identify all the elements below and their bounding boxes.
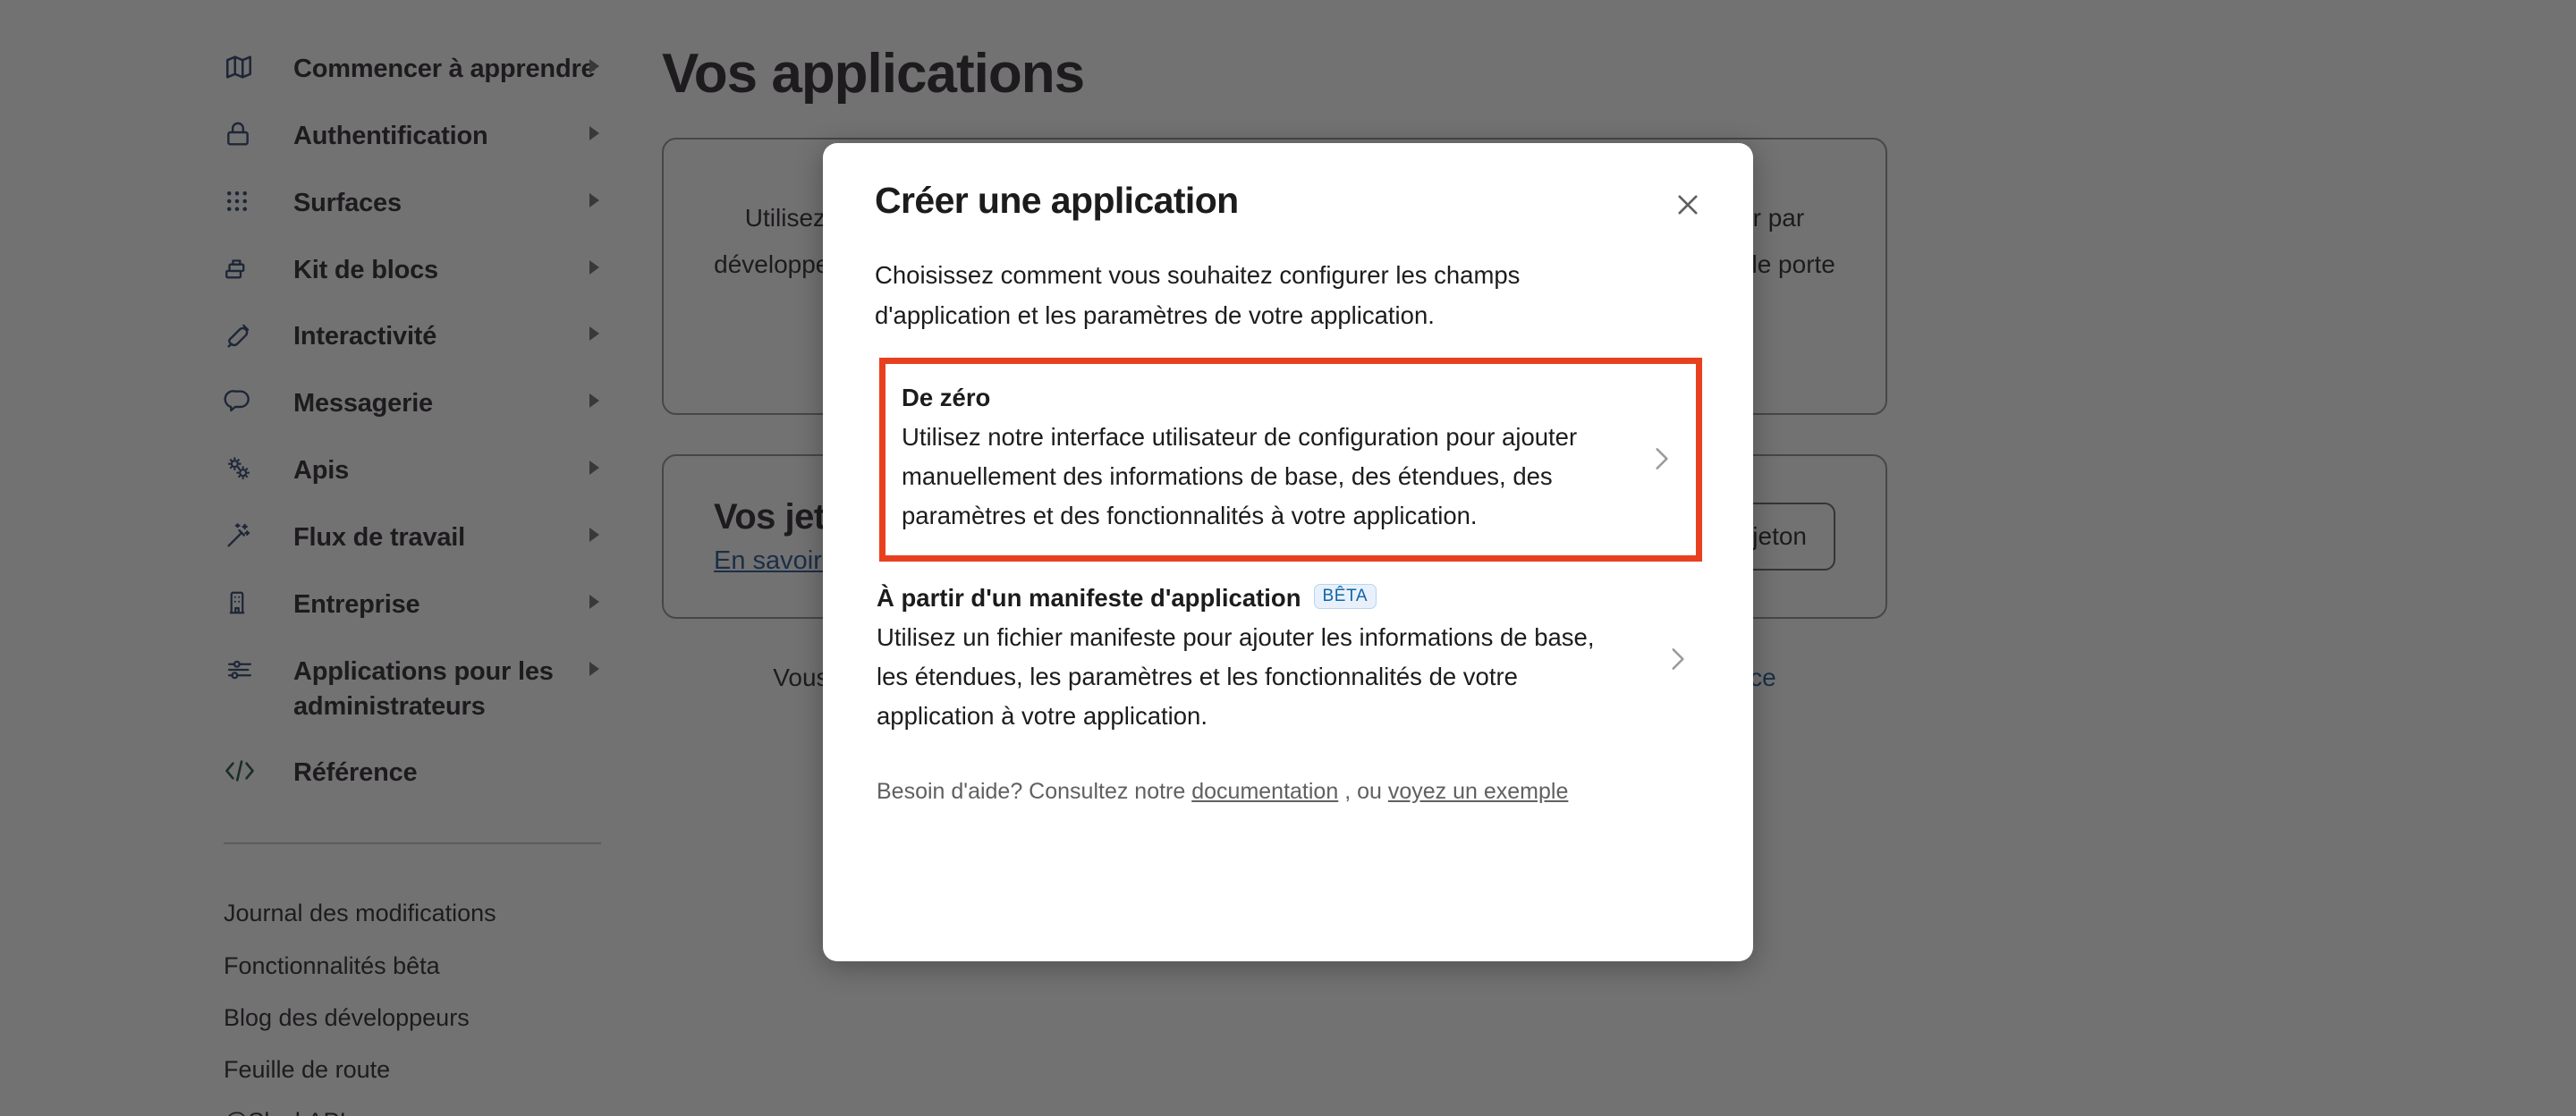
chevron-right-icon xyxy=(1646,444,1676,474)
option-title-text: De zéro xyxy=(902,384,991,412)
modal-title: Créer une application xyxy=(875,180,1239,221)
example-link[interactable]: voyez un exemple xyxy=(1388,779,1569,804)
option-from-manifest-title: À partir d'un manifeste d'application BÊ… xyxy=(877,582,1640,614)
option-from-manifest-description: Utilisez un fichier manifeste pour ajout… xyxy=(877,622,1595,730)
chevron-right-icon xyxy=(1662,644,1692,674)
create-app-options: De zéro Utilisez notre interface utilisa… xyxy=(875,350,1702,756)
option-from-scratch-description: Utilisez notre interface utilisateur de … xyxy=(902,422,1578,529)
documentation-link[interactable]: documentation xyxy=(1191,779,1338,804)
help-prefix: Besoin d'aide? Consultez notre xyxy=(877,778,1186,804)
create-app-modal: Créer une application Choisissez comment… xyxy=(823,143,1753,961)
modal-help-line: Besoin d'aide? Consultez notre documenta… xyxy=(875,779,1701,805)
close-icon[interactable] xyxy=(1667,184,1708,225)
option-from-scratch[interactable]: De zéro Utilisez notre interface utilisa… xyxy=(879,358,1702,562)
help-middle: , ou xyxy=(1344,778,1382,804)
option-from-manifest[interactable]: À partir d'un manifeste d'application BÊ… xyxy=(875,562,1701,756)
option-from-scratch-title: De zéro xyxy=(902,382,1624,414)
modal-subtitle: Choisissez comment vous souhaitez config… xyxy=(875,261,1521,329)
status-badge: BÊTA xyxy=(1313,583,1377,609)
modal-header: Créer une application xyxy=(875,180,1701,225)
option-title-text: À partir d'un manifeste d'application xyxy=(877,583,1301,612)
